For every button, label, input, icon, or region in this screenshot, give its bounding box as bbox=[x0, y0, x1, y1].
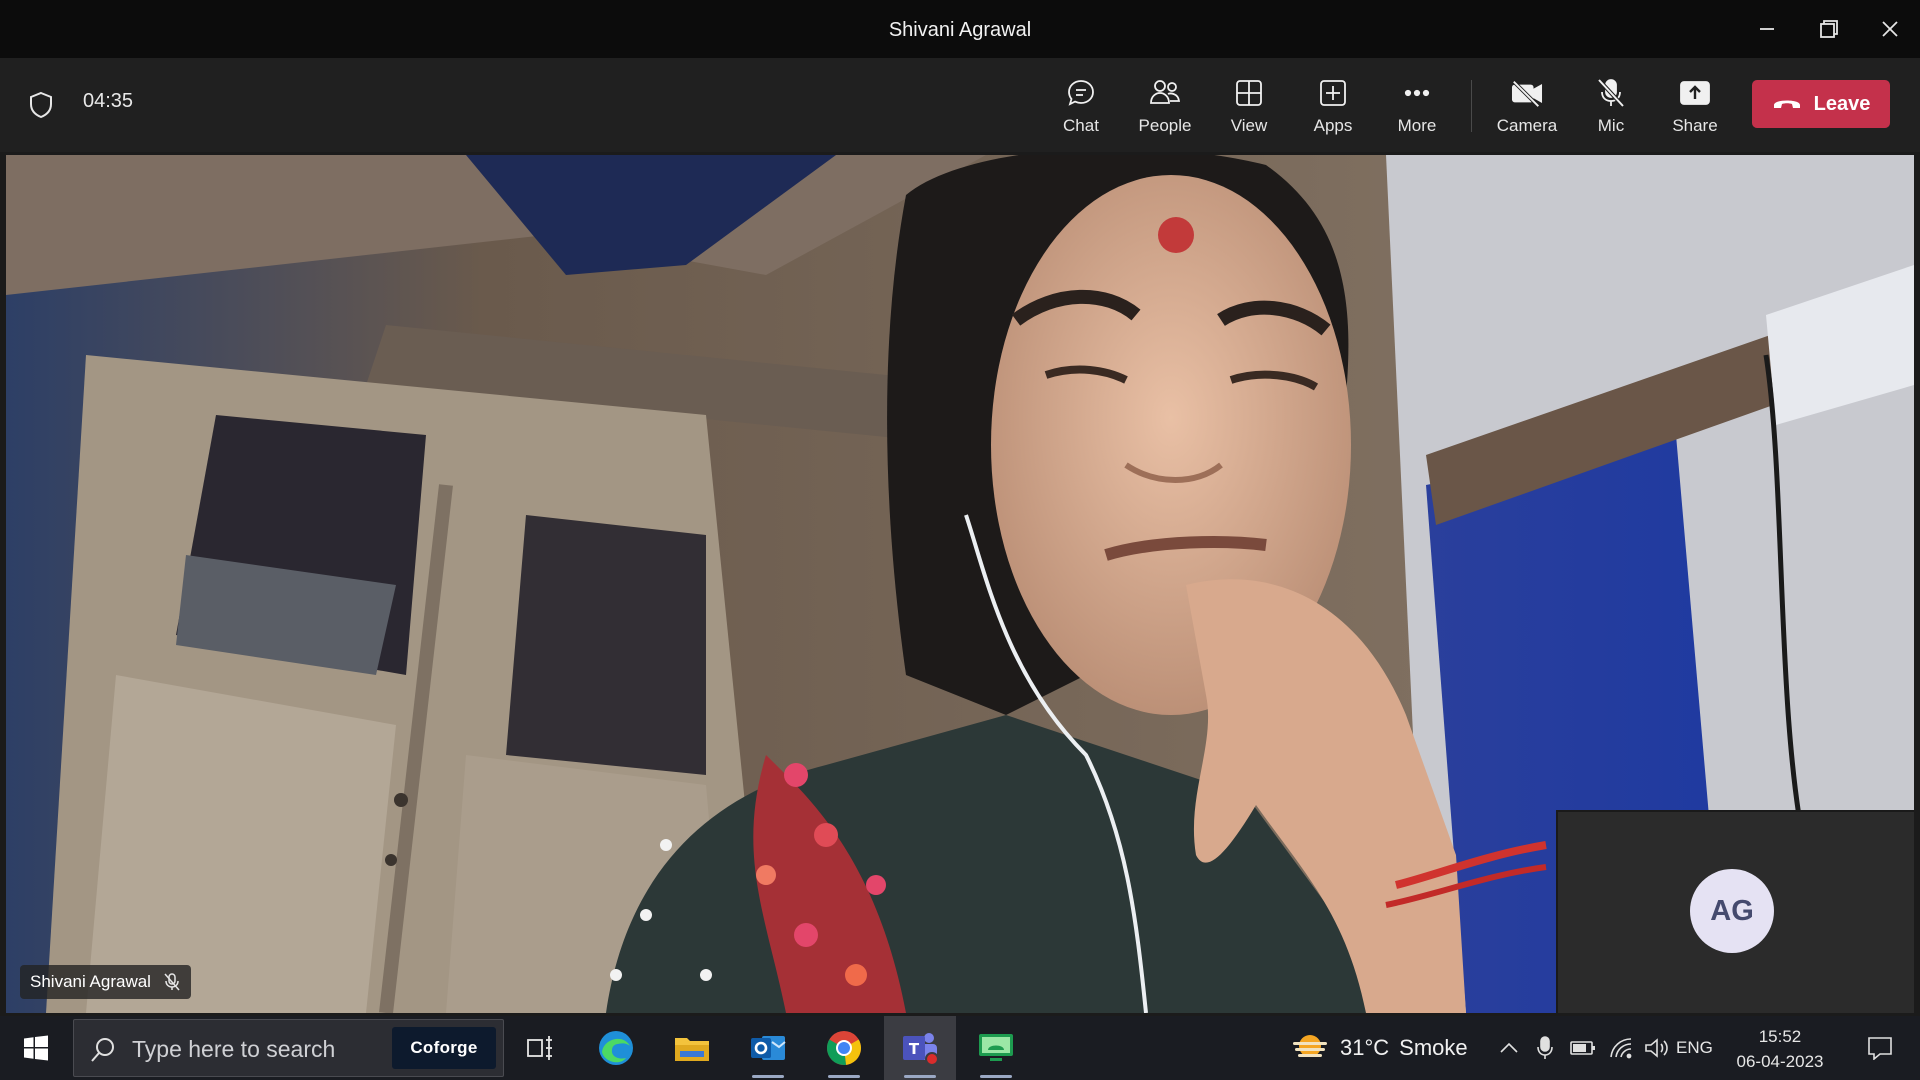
hang-up-icon bbox=[1773, 100, 1800, 108]
search-placeholder: Type here to search bbox=[132, 1036, 336, 1062]
camera-button[interactable]: Camera bbox=[1485, 72, 1569, 144]
close-icon bbox=[1882, 21, 1898, 37]
share-button[interactable]: Share bbox=[1653, 72, 1737, 144]
notifications-button[interactable] bbox=[1850, 1016, 1910, 1080]
wifi-icon bbox=[1610, 1038, 1632, 1059]
mic-muted-icon bbox=[164, 973, 180, 991]
task-view-icon bbox=[527, 1036, 552, 1060]
view-label: View bbox=[1230, 116, 1268, 135]
battery-icon bbox=[1570, 1041, 1595, 1055]
weather-widget[interactable]: 31°C Smoke bbox=[1290, 1016, 1468, 1080]
participant-name-tag: Shivani Agrawal bbox=[20, 965, 191, 999]
teams-icon: T bbox=[903, 1033, 939, 1066]
input-language[interactable]: ENG bbox=[1676, 1038, 1713, 1058]
mic-button[interactable]: Mic bbox=[1569, 72, 1653, 144]
chrome-icon bbox=[827, 1031, 861, 1066]
participant-name: Shivani Agrawal bbox=[30, 972, 151, 991]
task-view-button[interactable] bbox=[504, 1016, 576, 1080]
outlook-app[interactable] bbox=[732, 1016, 804, 1080]
people-label: People bbox=[1138, 116, 1192, 135]
shield-icon[interactable] bbox=[28, 91, 54, 119]
volume-icon bbox=[1645, 1038, 1668, 1058]
view-icon bbox=[1232, 76, 1266, 110]
share-label: Share bbox=[1672, 116, 1718, 135]
more-button[interactable]: More bbox=[1375, 72, 1459, 144]
restore-button[interactable] bbox=[1799, 0, 1859, 58]
clock-time: 15:52 bbox=[1758, 1027, 1802, 1046]
wifi-tray[interactable] bbox=[1604, 1016, 1638, 1080]
svg-text:T: T bbox=[909, 1040, 920, 1058]
teams-app[interactable]: T bbox=[884, 1016, 956, 1080]
meeting-timer: 04:35 bbox=[83, 90, 134, 112]
remote-desktop-icon bbox=[979, 1034, 1013, 1061]
avatar-initials: AG bbox=[1710, 894, 1754, 927]
microphone-icon bbox=[1537, 1036, 1553, 1059]
file-explorer-icon bbox=[675, 1038, 709, 1061]
avatar: AG bbox=[1690, 869, 1774, 953]
show-hidden-icons-button[interactable] bbox=[1494, 1016, 1524, 1080]
start-button[interactable] bbox=[10, 1016, 62, 1080]
windows-logo-icon bbox=[24, 1035, 48, 1061]
taskbar: Type here to search Coforge T 31°C Smoke… bbox=[0, 1016, 1920, 1080]
volume-tray[interactable] bbox=[1640, 1016, 1674, 1080]
taskbar-clock[interactable]: 15:52 06-04-2023 bbox=[1725, 1024, 1835, 1074]
toolbar-divider bbox=[1471, 80, 1472, 132]
chat-label: Chat bbox=[1063, 116, 1099, 135]
window-title: Shivani Agrawal bbox=[888, 19, 1032, 41]
haze-icon bbox=[1293, 1035, 1327, 1057]
meeting-toolbar: 04:35 Chat People View Apps More Camera … bbox=[0, 58, 1920, 152]
weather-condition: Smoke bbox=[1399, 1035, 1468, 1060]
chrome-app[interactable] bbox=[808, 1016, 880, 1080]
close-button[interactable] bbox=[1860, 0, 1920, 58]
people-icon bbox=[1148, 76, 1182, 110]
title-bar: Shivani Agrawal bbox=[0, 0, 1920, 58]
video-stage: Shivani Agrawal AG bbox=[6, 155, 1914, 1013]
coforge-logo[interactable]: Coforge bbox=[392, 1027, 496, 1069]
remote-desktop-app[interactable] bbox=[960, 1016, 1032, 1080]
more-label: More bbox=[1397, 116, 1437, 135]
edge-app[interactable] bbox=[580, 1016, 652, 1080]
search-icon bbox=[91, 1038, 114, 1062]
camera-label: Camera bbox=[1496, 116, 1558, 135]
outlook-icon bbox=[751, 1036, 786, 1060]
taskbar-search[interactable]: Type here to search Coforge bbox=[73, 1019, 504, 1077]
more-icon bbox=[1400, 76, 1434, 110]
restore-icon bbox=[1820, 20, 1838, 38]
view-button[interactable]: View bbox=[1207, 72, 1291, 144]
apps-icon bbox=[1316, 76, 1350, 110]
file-explorer-app[interactable] bbox=[656, 1016, 728, 1080]
mic-label: Mic bbox=[1597, 116, 1625, 135]
camera-off-icon bbox=[1510, 76, 1544, 110]
leave-label: Leave bbox=[1813, 92, 1871, 115]
edge-icon bbox=[599, 1031, 633, 1065]
minimize-icon bbox=[1760, 28, 1774, 30]
mic-off-icon bbox=[1594, 76, 1628, 110]
apps-label: Apps bbox=[1313, 116, 1353, 135]
microphone-tray[interactable] bbox=[1530, 1016, 1560, 1080]
share-icon bbox=[1678, 76, 1712, 110]
self-view-tile[interactable]: AG bbox=[1556, 810, 1914, 1013]
minimize-button[interactable] bbox=[1737, 0, 1797, 58]
chat-icon bbox=[1064, 76, 1098, 110]
chat-button[interactable]: Chat bbox=[1039, 72, 1123, 144]
people-button[interactable]: People bbox=[1123, 72, 1207, 144]
chevron-up-icon bbox=[1500, 1042, 1518, 1053]
clock-date: 06-04-2023 bbox=[1736, 1052, 1824, 1071]
battery-tray[interactable] bbox=[1566, 1016, 1600, 1080]
apps-button[interactable]: Apps bbox=[1291, 72, 1375, 144]
weather-temp: 31°C bbox=[1340, 1035, 1390, 1060]
notification-icon bbox=[1868, 1037, 1892, 1060]
coforge-label: Coforge bbox=[410, 1038, 478, 1057]
leave-button[interactable]: Leave bbox=[1752, 80, 1890, 128]
